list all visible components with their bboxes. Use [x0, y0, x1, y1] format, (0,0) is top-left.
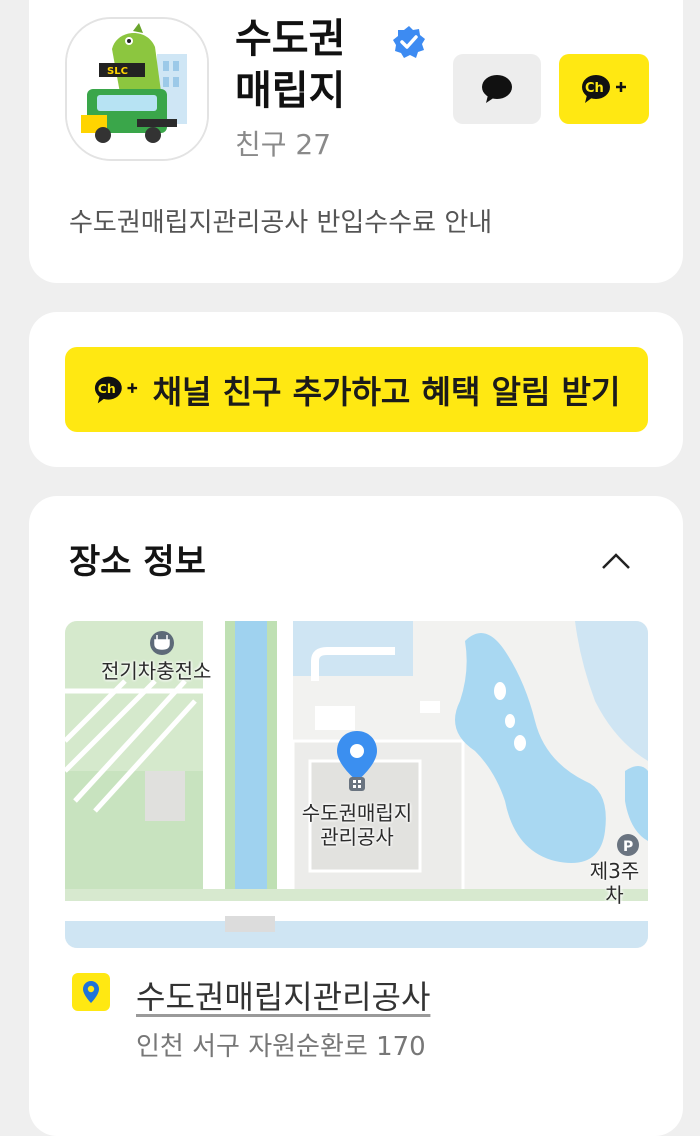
chevron-up-icon — [602, 553, 630, 569]
svg-text:Ch: Ch — [97, 380, 115, 395]
place-name-link[interactable]: 수도권매립지관리공사 — [136, 972, 430, 1018]
friend-count: 친구 27 — [235, 128, 332, 161]
map-label-building-line2: 관리공사 — [320, 825, 394, 849]
map-label-building-line1: 수도권매립지 — [301, 801, 413, 825]
place-info-card: 장소 정보 P 전기차충전소 수도권매립지 관리공사 제3주차 수도권매립지관리… — [29, 496, 683, 1136]
cta-label: 채널 친구 추가하고 혜택 알림 받기 — [152, 372, 621, 411]
collapse-button[interactable] — [594, 539, 638, 583]
add-channel-button[interactable]: Ch — [559, 54, 649, 124]
channel-add-icon: Ch — [94, 376, 137, 403]
map-label-ev-charging: 전기차충전소 — [101, 659, 212, 683]
add-friend-benefit-button[interactable]: Ch 채널 친구 추가하고 혜택 알림 받기 — [65, 347, 648, 432]
profile-card: SLC 수도권 매립지 친구 27 Ch 수도권매립지관리공사 반입수수료 안내 — [29, 0, 683, 283]
map-label-building: 수도권매립지 관리공사 — [295, 801, 419, 849]
channel-add-icon: Ch — [582, 75, 626, 103]
channel-description: 수도권매립지관리공사 반입수수료 안내 — [69, 208, 493, 238]
avatar-illustration: SLC — [67, 19, 207, 159]
chat-bubble-icon — [482, 75, 512, 103]
map-pin-icon — [83, 981, 99, 1003]
verified-badge-icon — [393, 26, 425, 58]
avatar-sign-text: SLC — [107, 66, 128, 77]
section-title: 장소 정보 — [69, 542, 206, 582]
map-label-parking: 제3주차 — [589, 859, 640, 907]
location-map[interactable]: P 전기차충전소 수도권매립지 관리공사 제3주차 — [65, 621, 648, 948]
channel-avatar[interactable]: SLC — [65, 17, 209, 161]
chat-button[interactable] — [453, 54, 541, 124]
place-address: 인천 서구 자원순환로 170 — [136, 1032, 426, 1062]
add-friend-card: Ch 채널 친구 추가하고 혜택 알림 받기 — [29, 312, 683, 467]
location-pin-icon — [72, 973, 110, 1011]
channel-name-line2: 매립지 — [235, 68, 346, 114]
svg-text:P: P — [623, 839, 633, 855]
svg-text:Ch: Ch — [585, 81, 604, 96]
